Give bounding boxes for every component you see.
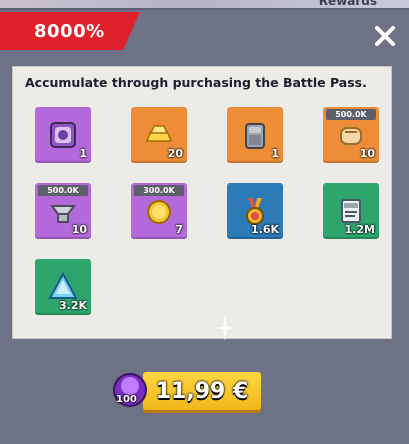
iron-ingot-icon	[50, 205, 76, 223]
reward-qty: 7	[175, 223, 183, 236]
reward-qty: 3.2K	[58, 299, 87, 312]
reward-cap-label: 500.0K	[38, 185, 88, 196]
purple-cube-icon	[50, 122, 76, 148]
reward-tile-medal[interactable]: 1.6K	[227, 183, 283, 239]
reward-tile-gold-bars[interactable]: 20	[131, 107, 187, 163]
reward-qty: 1.2M	[344, 223, 375, 236]
reward-tile-iron[interactable]: 500.0K 10	[35, 183, 91, 239]
purchase-price: 11,99 €	[155, 378, 249, 404]
reward-tile-bread[interactable]: 500.0K 10	[323, 107, 379, 163]
reward-tile-gauntlet[interactable]: 1	[227, 107, 283, 163]
rewards-description: Accumulate through purchasing the Battle…	[25, 75, 367, 90]
bonus-banner: 8000%	[0, 12, 140, 50]
reward-cap-label: 500.0K	[326, 109, 376, 120]
reward-tile-exp[interactable]: 1.2M	[323, 183, 379, 239]
reward-qty: 10	[71, 223, 87, 236]
gold-bars-icon	[145, 125, 173, 142]
bread-icon	[340, 127, 362, 145]
bonus-percent: 8000%	[34, 20, 105, 42]
close-button[interactable]	[371, 22, 399, 50]
sparkle-icon	[211, 315, 239, 341]
bonus-gem-count: 100	[116, 394, 137, 405]
rewards-grid: 1 20 1 500.0K 10 500.0K 10 300.0K 7 1.6K…	[35, 107, 379, 337]
reward-tile-coin[interactable]: 300.0K 7	[131, 183, 187, 239]
reward-qty: 1	[271, 147, 279, 160]
reward-qty: 10	[359, 147, 375, 160]
reward-tile-crystal[interactable]: 3.2K	[35, 259, 91, 315]
metal-gauntlet-icon	[245, 123, 265, 149]
gold-coin-icon	[147, 200, 171, 224]
reward-cap-label: 300.0K	[134, 185, 184, 196]
reward-tile-cube[interactable]: 1	[35, 107, 91, 163]
close-icon	[375, 26, 395, 46]
purchase-button[interactable]: 11,99 €	[143, 372, 261, 410]
reward-qty: 1.6K	[250, 223, 279, 236]
rewards-content: Accumulate through purchasing the Battle…	[12, 66, 392, 341]
background-rewards-label: Rewards	[318, 0, 377, 8]
reward-qty: 1	[79, 147, 87, 160]
reward-qty: 20	[167, 147, 183, 160]
purple-gem-icon	[113, 373, 147, 407]
